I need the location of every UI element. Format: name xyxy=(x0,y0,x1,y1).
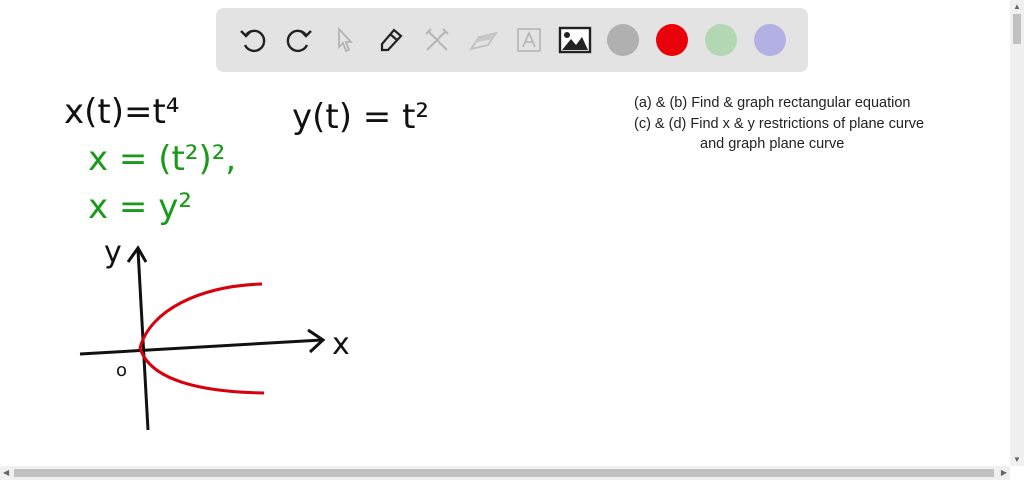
whiteboard-canvas[interactable]: x(t)=t⁴ y(t) = t² x = (t²)², x = y² y x … xyxy=(0,0,1010,466)
x-axis-label: x xyxy=(332,327,350,362)
vertical-scroll-thumb[interactable] xyxy=(1013,14,1021,44)
horizontal-scrollbar[interactable]: ◀ ▶ xyxy=(0,466,1010,480)
origin-label: o xyxy=(116,360,127,381)
vertical-scrollbar[interactable]: ▲ ▼ xyxy=(1010,0,1024,466)
y-axis-label: y xyxy=(104,235,122,270)
horizontal-scroll-thumb[interactable] xyxy=(14,469,994,477)
scroll-right-icon[interactable]: ▶ xyxy=(1001,468,1007,477)
instructions-text: (a) & (b) Find & graph rectangular equat… xyxy=(634,93,924,155)
equation-rectangular: x = y² xyxy=(88,187,192,227)
instruction-line: (a) & (b) Find & graph rectangular equat… xyxy=(634,95,911,111)
parabola-curve xyxy=(138,282,265,395)
equation-x-of-t: x(t)=t⁴ xyxy=(64,92,179,132)
instruction-line: (c) & (d) Find x & y restrictions of pla… xyxy=(634,115,925,132)
equation-substitution: x = (t²)², xyxy=(88,139,236,179)
scroll-left-icon[interactable]: ◀ xyxy=(3,468,9,477)
scroll-down-icon[interactable]: ▼ xyxy=(1013,455,1021,464)
equation-y-of-t: y(t) = t² xyxy=(292,97,429,137)
scroll-up-icon[interactable]: ▲ xyxy=(1013,2,1021,11)
instruction-line: and graph plane curve xyxy=(700,136,845,152)
graph-axes xyxy=(79,245,326,431)
